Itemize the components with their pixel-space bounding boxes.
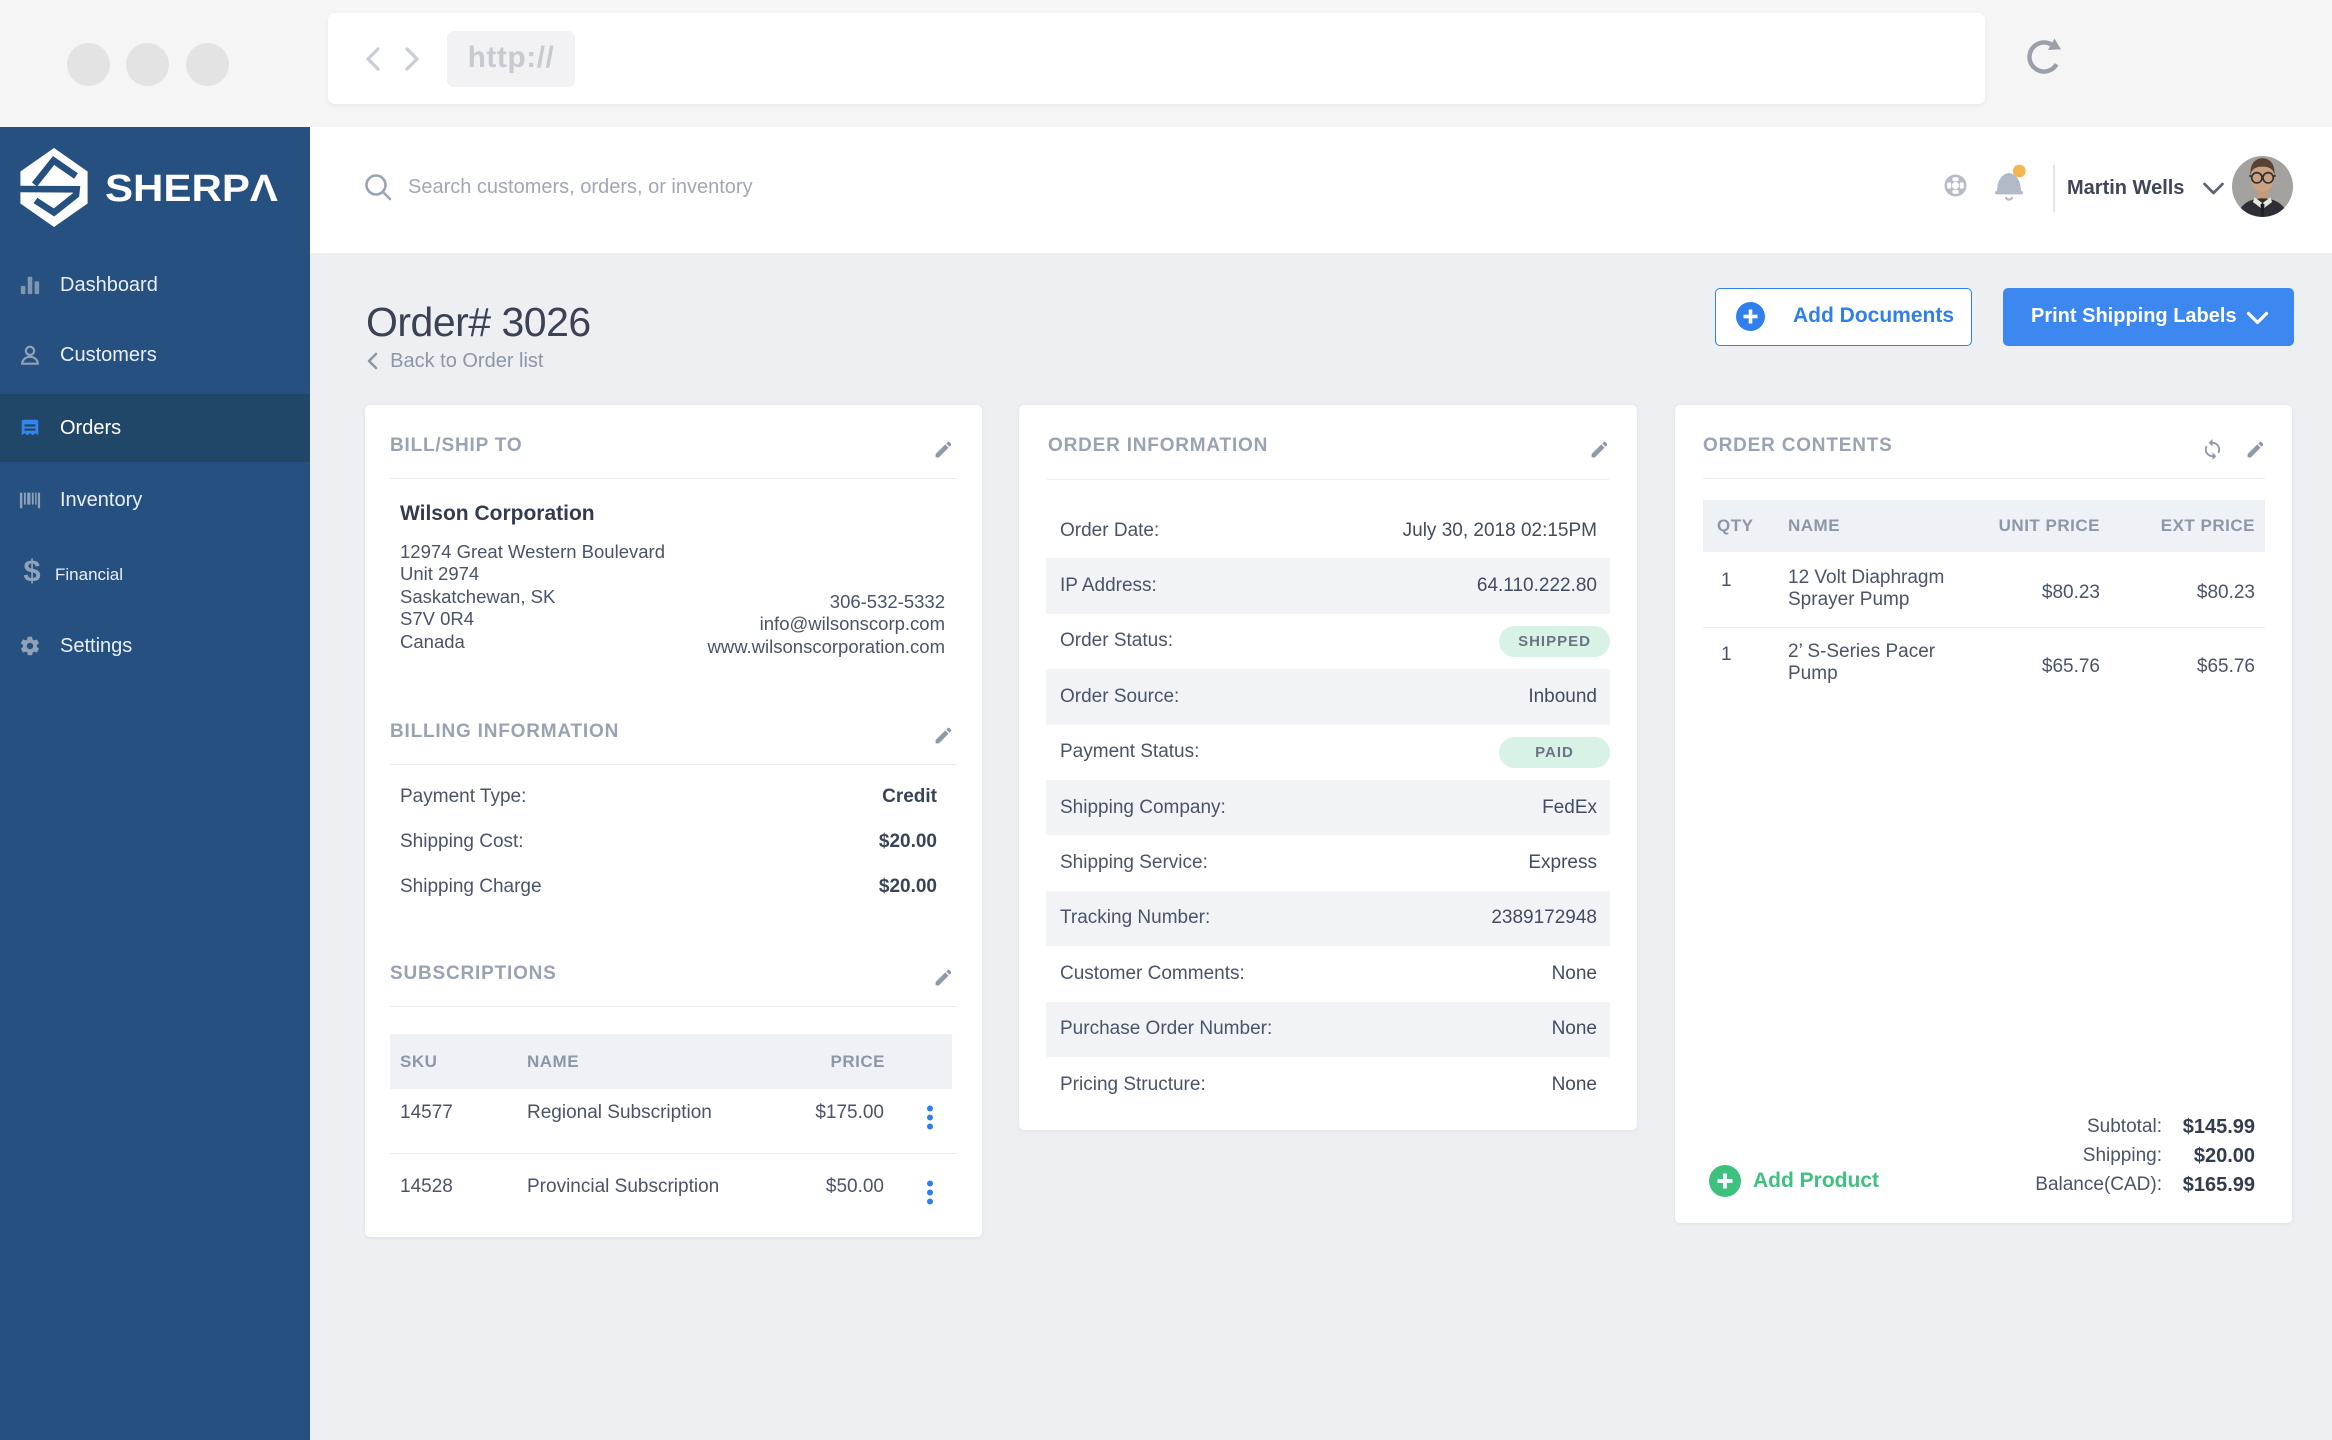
svg-text:SHERPΛ: SHERPΛ — [105, 168, 279, 210]
